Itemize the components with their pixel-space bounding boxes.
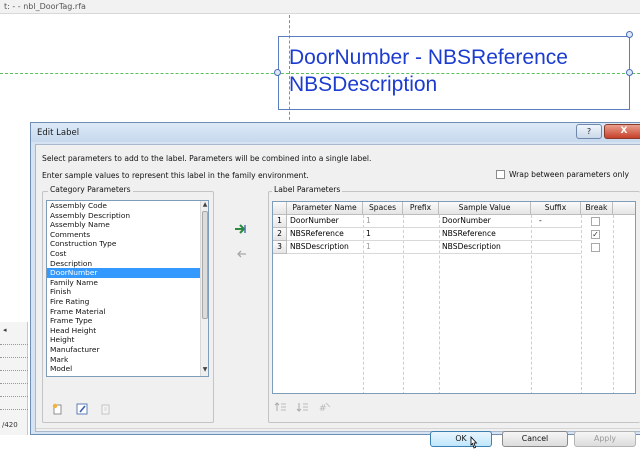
drag-handle-right[interactable] xyxy=(626,69,633,76)
strip-text: /420 xyxy=(2,421,18,429)
tag-label-line2: NBSDescription xyxy=(289,73,438,96)
scroll-left-icon[interactable]: ◂ xyxy=(3,326,11,334)
column-header-break[interactable]: Break xyxy=(581,202,613,215)
break-checkbox-checked[interactable]: ✓ xyxy=(591,230,600,239)
cell-parameter-name[interactable]: NBSDescription xyxy=(287,241,363,254)
remove-parameter-arrow-icon[interactable] xyxy=(234,248,248,260)
row-number[interactable]: 2 xyxy=(273,228,287,241)
dialog-body: Select parameters to add to the label. P… xyxy=(35,144,640,449)
cancel-button[interactable]: Cancel xyxy=(502,431,568,447)
list-item[interactable]: Height xyxy=(47,335,208,345)
list-item[interactable]: Mark xyxy=(47,355,208,365)
label-parameters-grid: Parameter Name Spaces Prefix Sample Valu… xyxy=(272,201,636,394)
move-down-icon[interactable] xyxy=(296,401,309,413)
grid-corner xyxy=(273,202,287,215)
list-item[interactable]: Frame Material xyxy=(47,307,208,317)
help-button[interactable]: ? xyxy=(576,124,602,139)
list-item[interactable]: Construction Type xyxy=(47,239,208,249)
column-header-spaces[interactable]: Spaces xyxy=(363,202,403,215)
new-parameter-icon[interactable] xyxy=(52,403,65,415)
wrap-between-label: Wrap between parameters only xyxy=(509,170,629,179)
category-parameters-title: Category Parameters xyxy=(48,185,133,194)
list-item[interactable]: Assembly Code xyxy=(47,201,208,211)
properties-strip: ◂ /420 xyxy=(0,322,28,435)
column-header-suffix[interactable]: Suffix xyxy=(531,202,581,215)
mouse-pointer-icon xyxy=(470,436,478,449)
list-item[interactable]: Finish xyxy=(47,287,208,297)
scroll-down-icon[interactable]: ▼ xyxy=(201,366,208,375)
document-tab-bar: t: - - nbl_DoorTag.rfa xyxy=(0,0,640,14)
add-parameter-arrow-icon[interactable] xyxy=(234,223,248,235)
list-item[interactable]: Family Name xyxy=(47,278,208,288)
cell-suffix[interactable]: - xyxy=(531,215,581,228)
edit-label-dialog: Edit Label ? X Select parameters to add … xyxy=(30,122,640,449)
cell-prefix[interactable] xyxy=(403,228,439,241)
apply-button[interactable]: Apply xyxy=(574,431,636,447)
cell-spaces[interactable]: 1 xyxy=(363,215,403,228)
list-item[interactable]: Model xyxy=(47,364,208,374)
cell-sample-value[interactable]: NBSReference xyxy=(439,228,531,241)
format-parameter-icon[interactable]: # xyxy=(318,401,331,413)
cell-prefix[interactable] xyxy=(403,215,439,228)
list-item[interactable]: Assembly Description xyxy=(47,211,208,221)
list-item[interactable]: Manufacturer xyxy=(47,345,208,355)
cell-sample-value[interactable]: NBSDescription xyxy=(439,241,531,254)
category-parameters-list[interactable]: Assembly Code Assembly Description Assem… xyxy=(46,200,209,377)
list-item[interactable]: Frame Type xyxy=(47,316,208,326)
tag-label-line1: DoorNumber - NBSReference xyxy=(289,46,568,69)
list-item[interactable]: Head Height xyxy=(47,326,208,336)
scroll-thumb[interactable] xyxy=(202,211,208,319)
list-item[interactable]: Comments xyxy=(47,230,208,240)
dialog-titlebar[interactable]: Edit Label ? X xyxy=(31,123,640,142)
move-up-icon[interactable] xyxy=(274,401,287,413)
cell-suffix[interactable] xyxy=(531,241,581,254)
tag-label[interactable]: DoorNumber - NBSReference NBSDescription xyxy=(278,36,630,110)
cell-spaces[interactable]: 1 xyxy=(363,241,403,254)
list-item[interactable]: Cost xyxy=(47,249,208,259)
document-title: t: - - nbl_DoorTag.rfa xyxy=(4,2,86,11)
rotate-handle[interactable] xyxy=(626,31,633,38)
break-checkbox[interactable] xyxy=(591,243,600,252)
close-button[interactable]: X xyxy=(604,124,640,139)
instruction-text-1: Select parameters to add to the label. P… xyxy=(42,154,372,163)
cell-parameter-name[interactable]: DoorNumber xyxy=(287,215,363,228)
cell-suffix[interactable] xyxy=(531,228,581,241)
scroll-up-icon[interactable]: ▲ xyxy=(201,201,208,210)
label-parameters-title: Label Parameters xyxy=(272,185,343,194)
list-item-selected[interactable]: DoorNumber xyxy=(47,268,208,278)
break-checkbox[interactable] xyxy=(591,217,600,226)
list-item[interactable]: Assembly Name xyxy=(47,220,208,230)
instruction-text-2: Enter sample values to represent this la… xyxy=(42,171,309,180)
cell-parameter-name[interactable]: NBSReference xyxy=(287,228,363,241)
edit-parameter-icon[interactable] xyxy=(76,403,89,415)
cell-spaces[interactable]: 1 xyxy=(363,228,403,241)
svg-text:#: # xyxy=(319,404,327,413)
list-item[interactable]: Description xyxy=(47,259,208,269)
column-header-prefix[interactable]: Prefix xyxy=(403,202,439,215)
cell-prefix[interactable] xyxy=(403,241,439,254)
delete-parameter-icon[interactable] xyxy=(100,403,113,415)
column-header-sample-value[interactable]: Sample Value xyxy=(439,202,531,215)
wrap-between-checkbox[interactable] xyxy=(496,170,505,179)
row-number[interactable]: 3 xyxy=(273,241,287,254)
row-number[interactable]: 1 xyxy=(273,215,287,228)
dialog-title: Edit Label xyxy=(37,128,80,138)
drag-handle-left[interactable] xyxy=(274,69,281,76)
category-list-scrollbar[interactable]: ▲ ▼ xyxy=(200,201,208,376)
cell-sample-value[interactable]: DoorNumber xyxy=(439,215,531,228)
column-header-parameter-name[interactable]: Parameter Name xyxy=(287,202,363,215)
ok-button[interactable]: OK xyxy=(430,431,492,447)
list-item[interactable]: Fire Rating xyxy=(47,297,208,307)
